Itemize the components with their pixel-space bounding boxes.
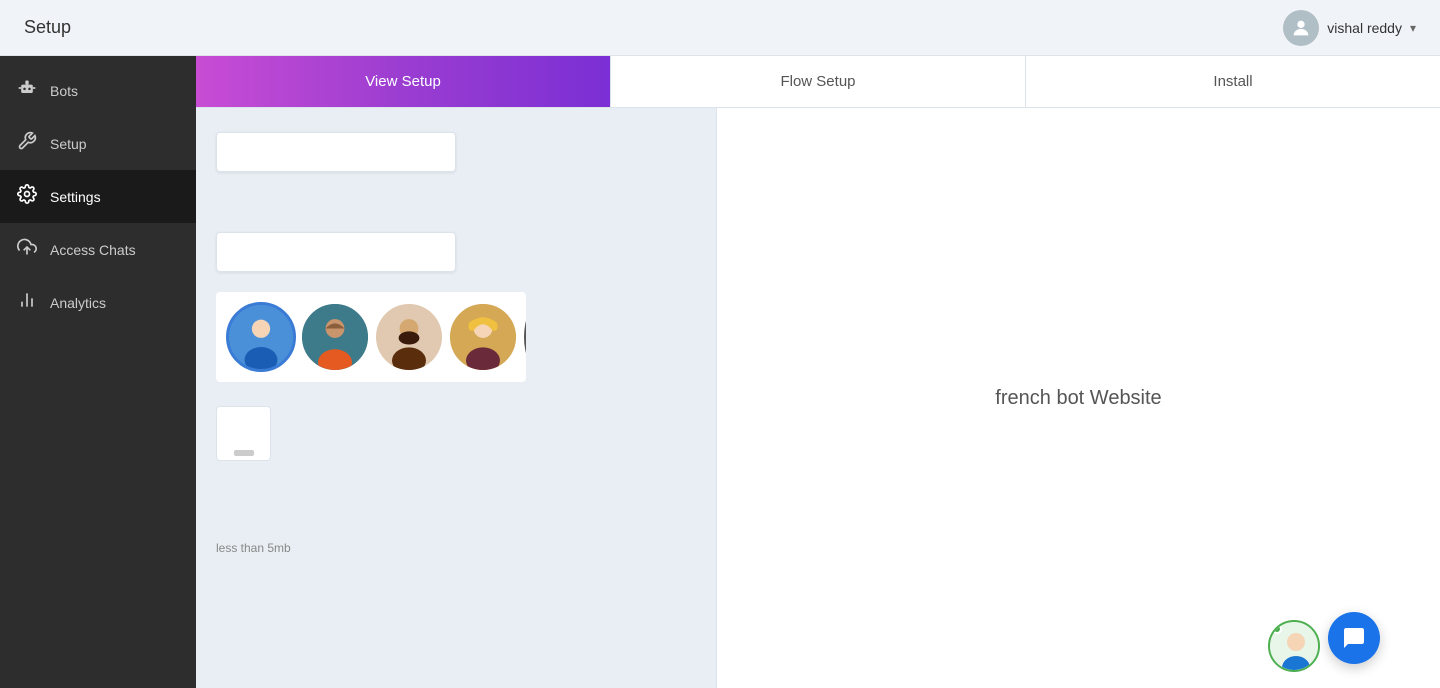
left-panel: less than 5mb [196,108,716,688]
app-body: Bots Setup Settings [0,56,1440,688]
sidebar-item-access-chats-label: Access Chats [50,242,136,258]
sidebar-item-setup-label: Setup [50,136,87,152]
sidebar-item-analytics[interactable]: Analytics [0,276,196,329]
preview-panel: french bot Website [716,108,1440,688]
tab-install[interactable]: Install [1026,56,1440,107]
preview-title: french bot Website [995,387,1161,410]
user-name-label: vishal reddy [1327,20,1402,36]
app-header: Setup vishal reddy ▾ [0,0,1440,56]
sidebar-item-access-chats[interactable]: Access Chats [0,223,196,276]
analytics-icon [16,290,38,315]
chevron-down-icon: ▾ [1410,21,1416,35]
avatar-option-2[interactable] [300,302,370,372]
sidebar-item-settings-label: Settings [50,189,101,205]
bots-icon [16,78,38,103]
avatar-option-3[interactable] [374,302,444,372]
sidebar-item-setup[interactable]: Setup [0,117,196,170]
settings-icon [16,184,38,209]
avatar-option-1[interactable] [226,302,296,372]
online-indicator [1272,624,1282,634]
content-area: less than 5mb french bot Website [196,108,1440,688]
avatar-option-5[interactable] [522,302,526,372]
sidebar-item-bots[interactable]: Bots [0,64,196,117]
text-input-2[interactable] [216,232,456,272]
text-input-1[interactable] [216,132,456,172]
file-size-hint: less than 5mb [216,541,696,555]
tab-flow-setup[interactable]: Flow Setup [611,56,1025,107]
sidebar-item-analytics-label: Analytics [50,295,106,311]
form-field-2 [216,232,696,272]
user-avatar [1283,10,1319,46]
sidebar-item-bots-label: Bots [50,83,78,99]
avatar-selector[interactable] [216,292,526,382]
tab-view-setup[interactable]: View Setup [196,56,610,107]
setup-icon [16,131,38,156]
file-preview-box [216,406,271,461]
file-handle [234,450,254,456]
chat-fab-button[interactable] [1328,612,1380,664]
tab-bar: View Setup Flow Setup Install [196,56,1440,108]
access-chats-icon [16,237,38,262]
sidebar: Bots Setup Settings [0,56,196,688]
avatar-option-4[interactable] [448,302,518,372]
helper-avatar[interactable] [1268,620,1320,672]
main-content: View Setup Flow Setup Install [196,56,1440,688]
form-field-1 [216,132,696,172]
page-title: Setup [24,17,71,38]
sidebar-item-settings[interactable]: Settings [0,170,196,223]
user-menu[interactable]: vishal reddy ▾ [1283,10,1416,46]
